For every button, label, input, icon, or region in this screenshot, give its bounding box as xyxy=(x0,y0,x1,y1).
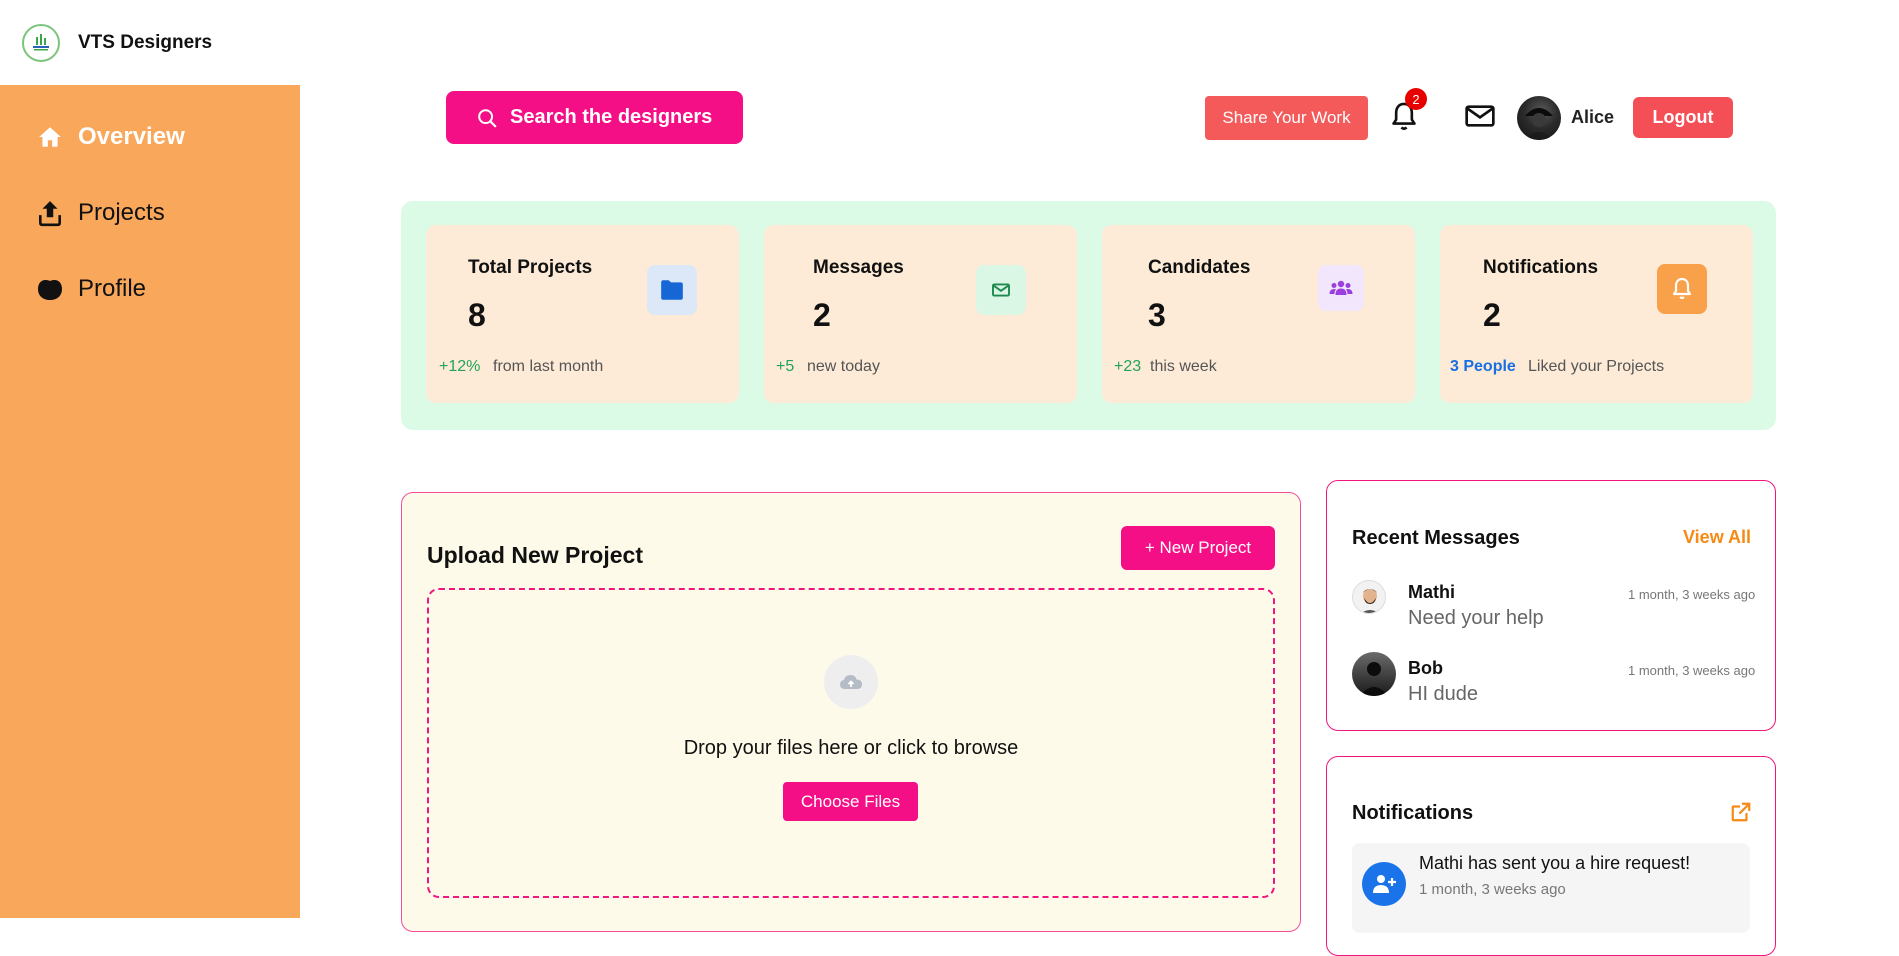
sidebar-item-projects[interactable]: Projects xyxy=(36,199,165,227)
search-icon xyxy=(478,108,497,127)
search-button-label: Search the designers xyxy=(510,106,713,128)
sidebar-item-label: Projects xyxy=(78,199,165,226)
upload-icon xyxy=(36,199,64,227)
messages-button[interactable] xyxy=(1464,102,1496,130)
stat-delta: +23 xyxy=(1114,358,1142,375)
brand-header: VTS Designers xyxy=(0,0,300,85)
recent-messages-panel xyxy=(1326,480,1776,731)
profile-blob-icon xyxy=(36,275,64,303)
choose-files-button[interactable]: Choose Files xyxy=(783,782,918,821)
user-avatar-image xyxy=(1525,108,1553,140)
stat-card-messages xyxy=(764,225,1077,403)
bell-icon xyxy=(1657,264,1707,314)
notification-count-badge: 2 xyxy=(1405,88,1427,110)
home-icon xyxy=(36,123,64,151)
sidebar-item-label: Profile xyxy=(78,275,147,302)
stat-title: Notifications xyxy=(1483,257,1599,278)
search-designers-button[interactable]: Search the designers xyxy=(446,91,743,144)
add-user-icon xyxy=(1362,862,1406,906)
stat-note: new today xyxy=(807,358,880,375)
cloud-upload-icon xyxy=(824,655,878,709)
sidebar-item-label: Overview xyxy=(78,123,185,150)
mail-icon xyxy=(1465,105,1495,127)
new-project-button[interactable]: + New Project xyxy=(1121,526,1275,570)
message-avatar-mathi[interactable] xyxy=(1352,580,1386,614)
stat-value: 2 xyxy=(1483,297,1501,333)
message-avatar-bob[interactable] xyxy=(1352,652,1396,696)
upload-title: Upload New Project xyxy=(427,542,643,568)
view-all-link[interactable]: View All xyxy=(1683,527,1751,548)
message-sender: Mathi xyxy=(1408,582,1455,602)
message-time: 1 month, 3 weeks ago xyxy=(1628,663,1756,678)
logo-icon xyxy=(33,33,49,50)
users-icon xyxy=(1318,265,1364,311)
stat-note: this week xyxy=(1150,358,1217,375)
stat-delta: 3 People xyxy=(1450,358,1516,375)
stat-value: 8 xyxy=(468,297,486,333)
message-time: 1 month, 3 weeks ago xyxy=(1628,587,1756,602)
sidebar-item-profile[interactable]: Profile xyxy=(36,275,146,303)
notification-text: Mathi has sent you a hire request! xyxy=(1419,853,1691,873)
mail-icon xyxy=(976,265,1026,315)
stat-note: from last month xyxy=(493,358,604,375)
stat-delta: +5 xyxy=(776,358,795,375)
username[interactable]: Alice xyxy=(1571,107,1614,128)
message-preview[interactable]: Need your help xyxy=(1408,607,1544,630)
user-avatar[interactable] xyxy=(1517,96,1561,140)
stat-value: 2 xyxy=(813,297,831,333)
sidebar: Overview Projects Profile xyxy=(0,85,300,918)
dropzone-text: Drop your files here or click to browse xyxy=(683,737,1019,759)
brand-logo[interactable] xyxy=(22,23,60,62)
stat-delta: +12% xyxy=(439,358,481,375)
folder-icon xyxy=(647,265,697,315)
notifications-title: Notifications xyxy=(1352,802,1474,824)
brand-name: VTS Designers xyxy=(78,31,213,53)
external-link-icon[interactable] xyxy=(1730,801,1752,823)
notification-time: 1 month, 3 weeks ago xyxy=(1419,881,1566,898)
message-preview[interactable]: HI dude xyxy=(1408,683,1478,706)
sidebar-item-overview[interactable]: Overview xyxy=(36,123,185,151)
recent-messages-title: Recent Messages xyxy=(1352,527,1520,549)
stat-title: Total Projects xyxy=(468,257,593,278)
stat-value: 3 xyxy=(1148,297,1166,333)
share-work-button[interactable]: Share Your Work xyxy=(1205,96,1368,140)
message-sender: Bob xyxy=(1408,658,1443,678)
stat-title: Candidates xyxy=(1148,257,1251,278)
stat-title: Messages xyxy=(813,257,904,278)
stat-note: Liked your Projects xyxy=(1528,358,1665,375)
logout-button[interactable]: Logout xyxy=(1633,97,1733,138)
